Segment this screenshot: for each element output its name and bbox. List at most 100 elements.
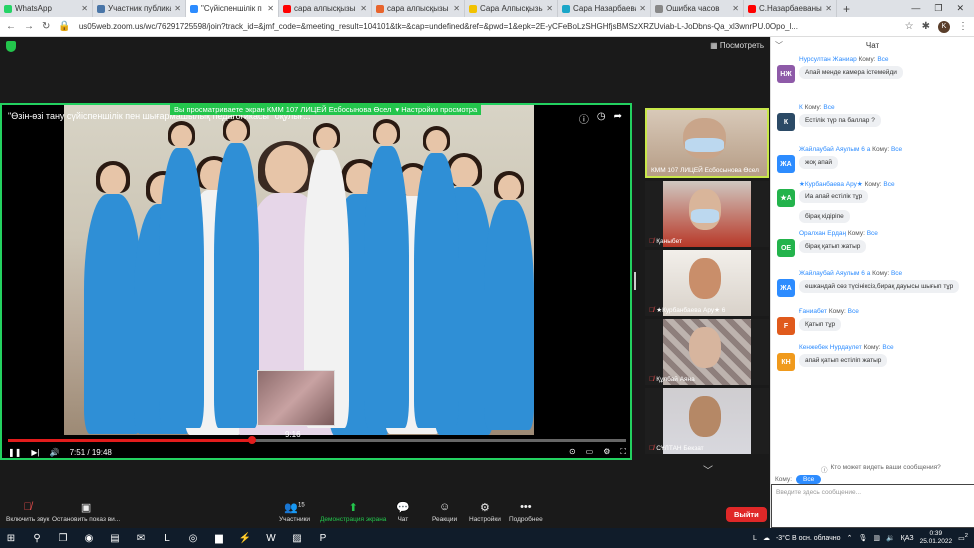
stop-video-button[interactable]: ▣ Остановить показ ви... [52,501,120,523]
watch-later-icon[interactable]: ◷ [597,111,606,126]
gallery-scroll-down-icon[interactable]: ﹀ [703,462,713,477]
participant-tile[interactable]: 🎙̸ СҰЛТАН Бекзат [645,388,769,454]
close-tab-icon[interactable]: ✕ [453,4,460,13]
windows-start-icon[interactable]: ⊞ [4,533,18,544]
close-tab-icon[interactable]: ✕ [174,4,181,13]
progress-bar[interactable] [8,436,626,444]
more-button[interactable]: ••• Подробнее [509,501,543,523]
browser-tab-bar: WhatsApp✕Участник публикаци✕"Сүйіспеншіл… [0,0,974,17]
chat-button[interactable]: 💬 Чат [396,501,410,523]
close-tab-icon[interactable]: ✕ [81,4,88,13]
photos-icon[interactable]: ▨ [290,533,304,544]
settings-gear-icon[interactable]: ⚙ [603,447,610,457]
browser-tab[interactable]: сара алпысқызы на✕ [372,0,465,17]
photo-person [159,147,204,428]
participants-button[interactable]: 👥15 Участники [279,501,310,523]
powerpoint-icon[interactable]: P [316,533,330,544]
menu-icon[interactable]: ⋮ [958,21,968,32]
close-window-icon[interactable]: ✕ [956,3,964,14]
participant-tile[interactable]: 🎙̸ Қаныбет [645,181,769,247]
collapse-chat-icon[interactable]: ﹀ [775,40,783,51]
close-tab-icon[interactable]: ✕ [360,4,367,13]
close-tab-icon[interactable]: ✕ [732,4,739,13]
panel-splitter[interactable] [634,272,636,290]
mail-icon[interactable]: ✉ [134,533,148,544]
clock[interactable]: 0:39 25.01.2022 [920,530,953,546]
participant-tile[interactable]: 🎙̸ ★Курбанбаева Ару★ 6 [645,250,769,316]
more-icon: ••• [520,501,532,513]
explorer-icon[interactable]: ▆ [212,533,226,544]
settings-button[interactable]: ⚙ Настройки [469,501,501,523]
task-view-icon[interactable]: ❐ [56,533,70,544]
browser-tab[interactable]: Сара Назарбаева сл✕ [558,0,651,17]
weather-icon: ☁ [762,535,770,542]
app-icon[interactable]: ⚡ [238,533,252,544]
url-field[interactable]: us05web.zoom.us/wc/76291725598/join?trac… [79,22,897,31]
who-sees-link[interactable]: ⓘ Кто может видеть ваши сообщения? [821,464,941,474]
participant-name: 🎙̸ ★Курбанбаева Ару★ 6 [649,306,726,315]
recipient-select[interactable]: Все [796,475,822,484]
pause-icon[interactable]: ❚❚ [8,448,21,457]
search-icon[interactable]: ⚲ [30,533,44,544]
encryption-shield-icon[interactable] [6,41,16,52]
star-icon[interactable]: ☆ [905,21,914,32]
weather-text[interactable]: -3°C В осн. облачно [776,535,841,542]
info-icon[interactable]: ⓘ [579,111,589,126]
lock-icon[interactable]: 🔒 [58,21,70,32]
tray-app-icon[interactable]: L [753,535,757,542]
maximize-icon[interactable]: ❐ [934,3,942,14]
reload-icon[interactable]: ↻ [42,21,50,32]
chat-panel: ﹀ Чат Нурсултан Жаниар Кому: Все НЖ Апай м… [770,37,974,528]
new-tab-icon[interactable]: + [837,2,856,16]
back-icon[interactable]: ← [6,21,16,32]
mic-tray-icon[interactable]: 🎙 [858,534,867,542]
word-icon[interactable]: W [264,533,278,544]
chat-input[interactable]: Введите здесь сообщение... [771,484,974,528]
extensions-icon[interactable]: ✱ [922,21,930,32]
reactions-button[interactable]: ☺ Реакции [432,501,457,523]
close-tab-icon[interactable]: ✕ [825,4,832,13]
shared-screen[interactable]: "Өзін-өзі тану сүйіспеншілік пен шығарма… [0,103,632,460]
message-bubble: бірақ қатып жатыр [799,240,867,253]
close-tab-icon[interactable]: ✕ [546,4,553,13]
message-meta: К Кому: Все [799,104,835,111]
minimize-icon[interactable]: — [911,3,920,14]
language-indicator[interactable]: ҚАЗ [901,535,914,542]
subtitles-icon[interactable]: ▭ [586,447,594,457]
store-icon[interactable]: ▤ [108,533,122,544]
participant-tile[interactable]: КММ 107 ЛИЦЕЙ Есбосынова Өсел [645,108,769,178]
participant-tile[interactable]: 🎙̸ Құлбай Аяна [645,319,769,385]
fullscreen-icon[interactable]: ⛶ [620,447,626,457]
close-tab-icon[interactable]: ✕ [267,4,274,13]
close-tab-icon[interactable]: ✕ [639,4,646,13]
notifications-icon[interactable]: ▭2 [958,533,968,542]
forward-icon[interactable]: → [24,21,34,32]
network-icon[interactable]: ▥ [873,534,880,542]
share-icon[interactable]: ➦ [614,111,622,126]
unmute-button[interactable]: 🎙̸ Включить звук [6,501,49,523]
browser-tab[interactable]: "Сүйіспеншілік п ✕ [186,0,279,17]
browser-tab[interactable]: Ошибка часов ✕ [651,0,744,17]
volume-icon[interactable]: 🔊 [50,448,60,457]
chrome-icon[interactable]: ◎ [186,533,200,544]
next-icon[interactable]: ▶| [31,448,39,457]
share-screen-button[interactable]: ⬆ Демонстрация экрана [320,501,386,523]
browser-tab[interactable]: Сара Алпысқызы На✕ [465,0,558,17]
tray-arrow-icon[interactable]: ⌃ [847,534,853,542]
browser-tab[interactable]: сара алпысқызы назарбаева✕ [279,0,372,17]
share-settings-button[interactable]: ▾ Настройки просмотра [395,105,477,114]
browser-tab[interactable]: Участник публикаци✕ [93,0,186,17]
browser-tab[interactable]: WhatsApp ✕ [0,0,93,17]
app-l-icon[interactable]: L [160,533,174,544]
mic-off-icon: 🎙̸ [23,501,32,513]
autoplay-toggle-icon[interactable]: ⊙ [569,447,576,457]
view-button[interactable]: ▦ Посмотреть [710,41,764,50]
leave-button[interactable]: Выйти [726,507,767,522]
progress-knob[interactable] [248,436,257,444]
browser-tab[interactable]: С.Назарбаеваның т✕ [744,0,837,17]
participant-name: 🎙̸ Құлбай Аяна [649,376,695,383]
tab-favicon-icon [190,4,198,13]
volume-tray-icon[interactable]: 🔉 [886,534,895,542]
profile-avatar[interactable]: K [938,20,950,33]
edge-icon[interactable]: ◉ [82,533,96,544]
